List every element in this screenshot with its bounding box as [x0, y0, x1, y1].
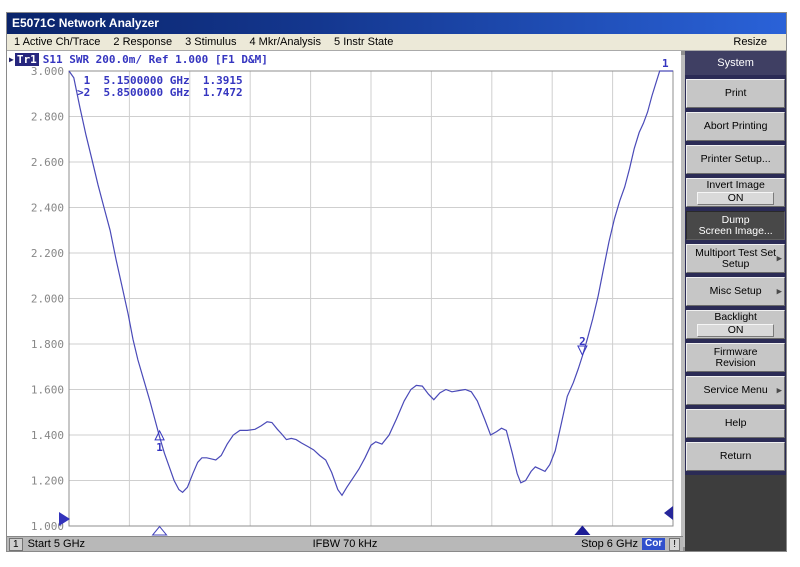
menu-item-3[interactable]: 3 Stimulus [185, 36, 236, 48]
softkey-abort-printing[interactable]: Abort Printing [686, 112, 785, 141]
trace-info-line: ▶Tr1 S11 SWR 200.0m/ Ref 1.000 [F1 D&M] [9, 52, 268, 66]
softkey-button-region: Print Abort Printing Printer Setup... Inver… [685, 75, 786, 475]
graph-screen: ▶Tr1 S11 SWR 200.0m/ Ref 1.000 [F1 D&M] 3… [7, 51, 681, 551]
softkey-label: Print [725, 88, 747, 99]
softkey-label: Multiport Test Set Setup [695, 248, 776, 270]
softkey-label: Invert Image [706, 180, 764, 191]
softkey-dump-screen-image[interactable]: Dump Screen Image... [686, 211, 785, 240]
menu-item-1[interactable]: 1 Active Ch/Trace [14, 36, 100, 48]
softkey-service-menu[interactable]: Service Menu ▶ [686, 376, 785, 405]
softkey-misc-setup[interactable]: Misc Setup ▶ [686, 277, 785, 306]
sidebar-filler [685, 475, 786, 551]
softkey-label: Service Menu [704, 385, 768, 396]
warning-badge: ! [669, 538, 680, 551]
softkey-label: Abort Printing [704, 121, 768, 132]
softkey-multiport-test-set-setup[interactable]: Multiport Test Set Setup▶ [686, 244, 785, 273]
y-axis-tick-label: 1.600 [31, 384, 64, 397]
marker-number: 1 [156, 441, 163, 454]
softkey-label: Dump Screen Image... [699, 215, 773, 237]
window-title: E5071C Network Analyzer [12, 16, 159, 30]
softkey-label: Return [720, 451, 752, 462]
stimulus-marker[interactable] [153, 527, 167, 536]
ref-level-indicator-left[interactable] [59, 512, 70, 526]
y-axis-tick-label: 1.400 [31, 429, 64, 442]
instrument-display: E5071C Network Analyzer 1 Active Ch/Trac… [6, 12, 787, 552]
softkey-return[interactable]: Return [686, 442, 785, 471]
softkey-label: Misc Setup [710, 286, 762, 297]
trace-badge[interactable]: Tr1 [15, 53, 39, 66]
window-title-bar: E5071C Network Analyzer [7, 13, 786, 34]
softkey-state-value: ON [697, 324, 774, 337]
softkey-firmware-revision[interactable]: Firmware Revision [686, 343, 785, 372]
softkey-printer-setup[interactable]: Printer Setup... [686, 145, 785, 174]
marker-readout-line: >2 5.8500000 GHz 1.7472 [77, 86, 243, 99]
submenu-arrow-icon: ▶ [777, 286, 782, 297]
y-axis-tick-label: 1.200 [31, 475, 64, 488]
y-axis-tick-label: 2.400 [31, 202, 64, 215]
softkey-label: Backlight [714, 312, 757, 323]
menu-item-resize[interactable]: Resize [733, 36, 767, 48]
trace-number-label: 1 [662, 57, 669, 70]
y-axis-tick-label: 2.200 [31, 247, 64, 260]
submenu-arrow-icon: ▶ [777, 385, 782, 396]
y-axis-tick-label: 2.800 [31, 111, 64, 124]
y-axis-tick-label: 2.600 [31, 156, 64, 169]
softkey-invert-image[interactable]: Invert ImageON [686, 178, 785, 207]
status-bar: 1 Start 5 GHz IFBW 70 kHz Stop 6 GHz Cor… [7, 536, 683, 551]
menu-item-4[interactable]: 4 Mkr/Analysis [249, 36, 321, 48]
softkey-menu-title: System [685, 51, 786, 75]
ref-level-indicator-right[interactable] [664, 506, 673, 520]
menu-bar: 1 Active Ch/Trace 2 Response 3 Stimulus 4 M… [7, 34, 786, 51]
swr-chart: 3.000 2.800 2.600 2.400 2.200 2.000 1.800 1.600… [7, 51, 683, 538]
submenu-arrow-icon: ▶ [777, 253, 782, 264]
correction-status-badge: Cor [642, 538, 665, 550]
softkey-sidebar: System Print Abort Printing Printer Setup.… [681, 51, 786, 551]
softkey-help[interactable]: Help [686, 409, 785, 438]
y-axis-tick-label: 1.800 [31, 338, 64, 351]
softkey-state-value: ON [697, 192, 774, 205]
menu-item-2[interactable]: 2 Response [113, 36, 172, 48]
y-axis-tick-label: 3.000 [31, 65, 64, 78]
stimulus-marker-active[interactable] [574, 526, 590, 536]
menu-item-5[interactable]: 5 Instr State [334, 36, 393, 48]
trace-format-text: S11 SWR 200.0m/ Ref 1.000 [F1 D&M] [43, 53, 268, 66]
stop-frequency-label: Stop 6 GHz [581, 538, 638, 550]
softkey-label: Help [725, 418, 747, 429]
y-axis-tick-label: 2.000 [31, 293, 64, 306]
softkey-label: Firmware Revision [714, 347, 758, 369]
softkey-backlight[interactable]: BacklightON [686, 310, 785, 339]
softkey-print[interactable]: Print [686, 79, 785, 108]
softkey-label: Printer Setup... [701, 154, 771, 165]
active-trace-arrow-icon: ▶ [9, 55, 14, 64]
